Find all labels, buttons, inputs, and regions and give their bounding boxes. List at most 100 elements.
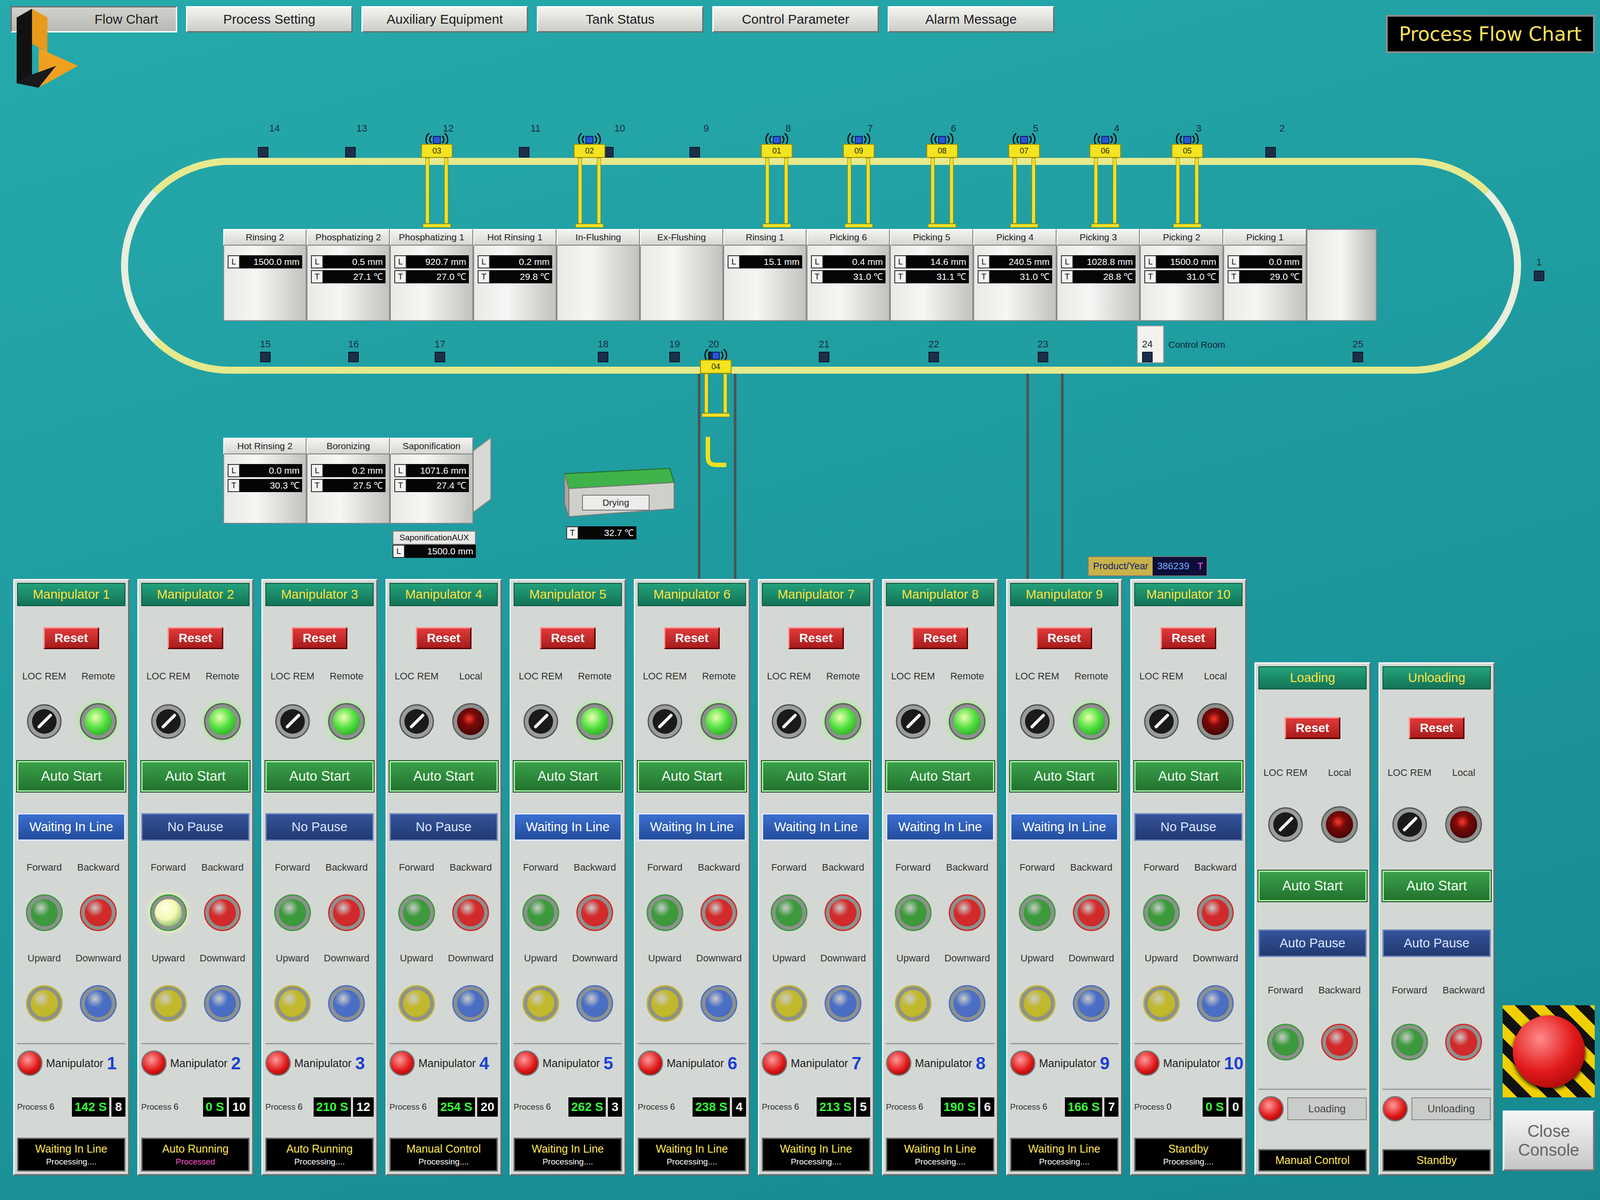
emergency-stop-icon[interactable]: [1512, 1015, 1586, 1088]
reset-button[interactable]: Reset: [1408, 717, 1465, 740]
motion-lamp[interactable]: [1267, 1023, 1304, 1061]
auto-start-button[interactable]: Auto Start: [885, 760, 995, 792]
drying-tank[interactable]: Drying: [555, 464, 679, 522]
auto-start-button[interactable]: Auto Start: [17, 760, 126, 792]
saponification-aux[interactable]: SaponificationAUXL1500.0 mm: [392, 530, 476, 558]
tab[interactable]: Control Parameter: [712, 6, 879, 33]
carrier[interactable]: 08: [924, 130, 960, 236]
hold-button[interactable]: Waiting In Line: [761, 813, 871, 841]
reset-button[interactable]: Reset: [291, 627, 347, 650]
motion-lamp[interactable]: [646, 894, 684, 932]
carrier[interactable]: 09: [841, 130, 877, 236]
motion-lamp[interactable]: [824, 985, 862, 1022]
tab[interactable]: Auxiliary Equipment: [361, 6, 529, 33]
motion-lamp[interactable]: [770, 894, 808, 932]
tank[interactable]: SaponificationL1071.6 mmT27.4 ℃: [389, 437, 474, 524]
hold-button[interactable]: Waiting In Line: [513, 813, 622, 841]
motion-lamp[interactable]: [1321, 1023, 1358, 1061]
motion-lamp[interactable]: [25, 894, 63, 932]
carrier[interactable]: 01: [759, 130, 795, 236]
reset-button[interactable]: Reset: [1284, 717, 1340, 740]
auto-start-button[interactable]: Auto Start: [513, 760, 622, 792]
motion-lamp[interactable]: [274, 894, 311, 932]
carrier[interactable]: 05: [1169, 130, 1205, 236]
motion-lamp[interactable]: [1072, 985, 1110, 1022]
motion-lamp[interactable]: [948, 894, 986, 932]
motion-lamp[interactable]: [1018, 985, 1056, 1022]
tank[interactable]: Hot Rinsing 1L0.2 mmT29.8 ℃: [473, 228, 557, 322]
selector-knob-icon[interactable]: [1391, 806, 1429, 843]
hold-button[interactable]: Waiting In Line: [885, 813, 995, 841]
close-console-button[interactable]: Close Console: [1502, 1110, 1595, 1172]
motion-lamp[interactable]: [203, 894, 241, 932]
tank[interactable]: Picking 6L0.4 mmT31.0 ℃: [806, 228, 890, 322]
motion-lamp[interactable]: [274, 985, 311, 1022]
hold-button[interactable]: Waiting In Line: [17, 813, 126, 841]
tank[interactable]: In-Flushing: [556, 228, 640, 322]
hold-button[interactable]: No Pause: [265, 813, 374, 841]
motion-lamp[interactable]: [398, 985, 436, 1022]
motion-lamp[interactable]: [1072, 894, 1110, 932]
reset-button[interactable]: Reset: [167, 627, 223, 650]
carrier[interactable]: 02: [571, 130, 608, 236]
motion-lamp[interactable]: [824, 894, 862, 932]
motion-lamp[interactable]: [25, 985, 63, 1022]
tank[interactable]: Picking 4L240.5 mmT31.0 ℃: [973, 228, 1057, 322]
carrier[interactable]: 04: [698, 346, 734, 425]
hold-button[interactable]: No Pause: [1134, 813, 1243, 841]
selector-knob-icon[interactable]: [770, 703, 808, 740]
tank[interactable]: Rinsing 2L1500.0 mm: [223, 228, 307, 322]
motion-lamp[interactable]: [150, 894, 187, 932]
carrier[interactable]: 07: [1006, 130, 1042, 236]
selector-knob-icon[interactable]: [1267, 806, 1304, 843]
motion-lamp[interactable]: [576, 985, 614, 1022]
motion-lamp[interactable]: [700, 894, 738, 932]
selector-knob-icon[interactable]: [274, 703, 311, 740]
motion-lamp[interactable]: [770, 985, 808, 1022]
motion-lamp[interactable]: [150, 985, 187, 1022]
motion-lamp[interactable]: [328, 985, 365, 1022]
selector-knob-icon[interactable]: [150, 703, 187, 740]
hold-button[interactable]: Waiting In Line: [637, 813, 747, 841]
selector-knob-icon[interactable]: [894, 703, 932, 740]
carrier[interactable]: 06: [1087, 130, 1123, 236]
motion-lamp[interactable]: [452, 985, 490, 1022]
tank[interactable]: Phosphatizing 1L920.7 mmT27.0 ℃: [389, 228, 474, 322]
reset-button[interactable]: Reset: [1160, 627, 1216, 650]
reset-button[interactable]: Reset: [1036, 627, 1092, 650]
auto-start-button[interactable]: Auto Start: [761, 760, 871, 792]
motion-lamp[interactable]: [894, 894, 932, 932]
motion-lamp[interactable]: [398, 894, 436, 932]
motion-lamp[interactable]: [1018, 894, 1056, 932]
tank[interactable]: Hot Rinsing 2L0.0 mmT30.3 ℃: [223, 437, 307, 524]
reset-button[interactable]: Reset: [664, 627, 720, 650]
selector-knob-icon[interactable]: [646, 703, 684, 740]
motion-lamp[interactable]: [79, 985, 117, 1022]
tank[interactable]: Ex-Flushing: [639, 228, 724, 322]
motion-lamp[interactable]: [700, 985, 738, 1022]
auto-start-button[interactable]: Auto Start: [1258, 870, 1367, 902]
auto-start-button[interactable]: Auto Start: [1382, 870, 1491, 902]
motion-lamp[interactable]: [522, 985, 560, 1022]
tank[interactable]: Phosphatizing 2L0.5 mmT27.1 ℃: [306, 228, 390, 322]
auto-start-button[interactable]: Auto Start: [637, 760, 747, 792]
reset-button[interactable]: Reset: [912, 627, 968, 650]
motion-lamp[interactable]: [1196, 985, 1234, 1022]
tab[interactable]: Process Setting: [185, 6, 353, 33]
tank[interactable]: Picking 1L0.0 mmT29.0 ℃: [1223, 228, 1307, 322]
motion-lamp[interactable]: [646, 985, 684, 1022]
hold-button[interactable]: Auto Pause: [1258, 929, 1367, 958]
hold-button[interactable]: No Pause: [389, 813, 498, 841]
tab[interactable]: Alarm Message: [887, 6, 1055, 33]
carrier[interactable]: 03: [419, 130, 455, 236]
motion-lamp[interactable]: [1391, 1023, 1429, 1061]
emergency-stop[interactable]: [1502, 1005, 1595, 1098]
motion-lamp[interactable]: [79, 894, 117, 932]
motion-lamp[interactable]: [1142, 894, 1180, 932]
hold-button[interactable]: Waiting In Line: [1010, 813, 1119, 841]
auto-start-button[interactable]: Auto Start: [1134, 760, 1243, 792]
tank[interactable]: BoronizingL0.2 mmT27.5 ℃: [306, 437, 390, 524]
reset-button[interactable]: Reset: [415, 627, 472, 650]
auto-start-button[interactable]: Auto Start: [389, 760, 498, 792]
motion-lamp[interactable]: [948, 985, 986, 1022]
